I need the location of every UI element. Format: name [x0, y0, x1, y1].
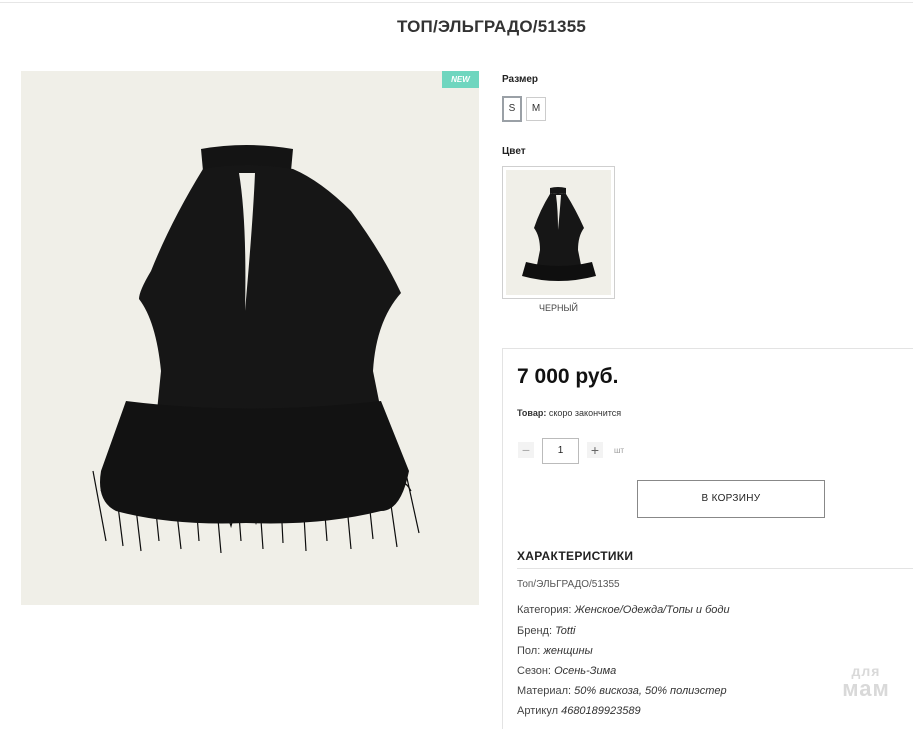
quantity-input[interactable]: 1 [542, 438, 579, 464]
spec-label: Пол: [517, 645, 541, 657]
spec-label: Артикул [517, 705, 559, 717]
add-to-cart-button[interactable]: В КОРЗИНУ [637, 480, 825, 518]
swatch-thumbnail [506, 170, 611, 295]
page-title: ТОП/ЭЛЬГРАДО/51355 [396, 17, 587, 36]
stock-status: Товар: скоро закончится [517, 408, 621, 418]
product-top-illustration [92, 145, 420, 554]
spec-row-brand: Бренд: Totti [517, 625, 575, 637]
spec-row-season: Сезон: Осень-Зима [517, 665, 616, 677]
watermark-line2: мам [842, 676, 890, 701]
stock-value: скоро закончится [548, 408, 622, 418]
specs-sku: Топ/ЭЛЬГРАДО/51355 [517, 579, 620, 590]
quantity-decrease-button[interactable]: − [518, 442, 534, 458]
spec-row-gender: Пол: женщины [517, 645, 593, 657]
specs-divider [517, 568, 913, 569]
spec-label: Материал: [517, 685, 572, 697]
spec-value[interactable]: Totti [555, 625, 575, 637]
top-divider [0, 2, 913, 3]
spec-value: 4680189923589 [561, 705, 641, 717]
quantity-unit: шт [614, 446, 625, 455]
quantity-increase-button[interactable]: + [587, 442, 603, 458]
spec-value: женщины [543, 645, 593, 657]
color-label: Цвет [502, 146, 526, 157]
size-option-s[interactable]: S [502, 96, 522, 122]
spec-row-material: Материал: 50% вискоза, 50% полиэстер [517, 685, 727, 697]
size-option-m[interactable]: M [526, 97, 546, 121]
spec-label: Сезон: [517, 665, 551, 677]
spec-label: Бренд: [517, 625, 553, 637]
swatch-top-illustration [522, 187, 596, 281]
new-badge: NEW [442, 71, 479, 88]
spec-value[interactable]: Женское/Одежда/Топы и боди [575, 604, 730, 616]
product-image[interactable] [21, 71, 479, 605]
color-swatch-black[interactable] [502, 166, 615, 299]
spec-value: Осень-Зима [554, 665, 617, 677]
color-name: ЧЕРНЫЙ [539, 303, 578, 313]
stock-label: Товар: [517, 408, 547, 418]
spec-row-category: Категория: Женское/Одежда/Топы и боди [517, 604, 730, 616]
size-label: Размер [502, 74, 539, 85]
watermark-logo: для мам [826, 664, 906, 700]
specs-title: ХАРАКТЕРИСТИКИ [517, 549, 634, 563]
spec-label: Категория: [517, 604, 572, 616]
price: 7 000 руб. [517, 365, 619, 388]
spec-value: 50% вискоза, 50% полиэстер [574, 685, 727, 697]
spec-row-article: Артикул 4680189923589 [517, 705, 641, 717]
